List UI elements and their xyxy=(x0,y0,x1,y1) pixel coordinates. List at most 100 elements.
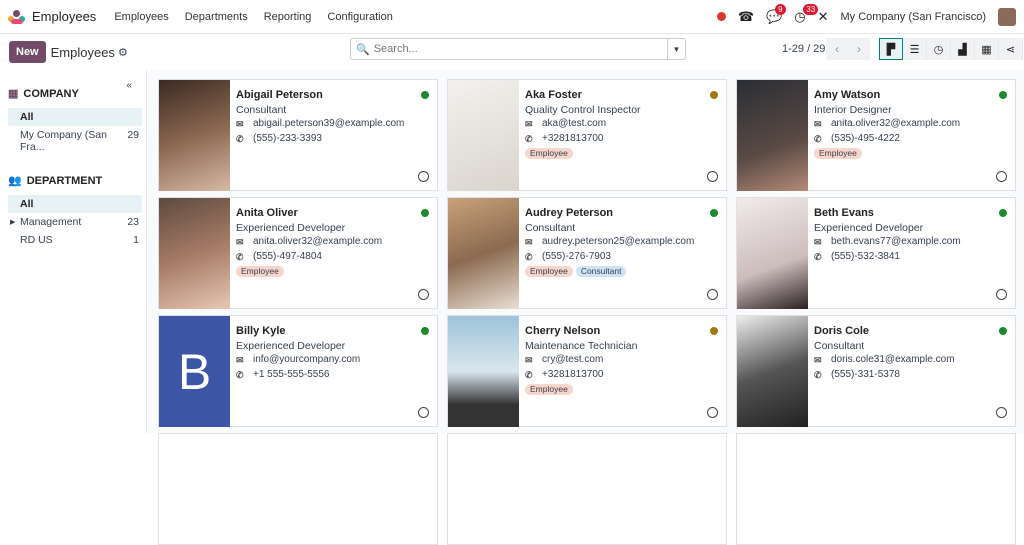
employee-email[interactable]: audrey.peterson25@example.com xyxy=(542,235,694,250)
app-logo-icon[interactable] xyxy=(8,10,26,24)
activity-clock-icon[interactable] xyxy=(418,407,429,418)
phone-icon: ✆ xyxy=(814,368,824,383)
menu-configuration[interactable]: Configuration xyxy=(327,11,392,23)
tools-icon[interactable]: ✕ xyxy=(818,9,829,25)
employee-phone[interactable]: +3281813700 xyxy=(542,132,603,147)
envelope-icon: ✉ xyxy=(525,235,535,250)
filter-label: RD US xyxy=(20,234,53,246)
pivot-view-button[interactable]: ▦ xyxy=(975,38,999,60)
employee-card[interactable] xyxy=(158,433,438,545)
activity-clock-icon[interactable] xyxy=(418,171,429,182)
phone-icon: ✆ xyxy=(236,132,246,147)
list-view-button[interactable]: ☰ xyxy=(903,38,927,60)
department-filter-management[interactable]: ▶Management23 xyxy=(8,213,142,231)
employee-card[interactable] xyxy=(736,433,1016,545)
employee-card[interactable] xyxy=(447,433,727,545)
employee-card[interactable]: Aka Foster Quality Control Inspector ✉ak… xyxy=(447,79,727,191)
phone-icon: ✆ xyxy=(525,250,535,265)
envelope-icon: ✉ xyxy=(525,117,535,132)
phone-icon[interactable]: ☎ xyxy=(738,9,754,25)
employee-photo xyxy=(448,80,519,191)
filter-count: 29 xyxy=(127,129,139,153)
employee-phone[interactable]: (555)-532-3841 xyxy=(831,250,900,265)
envelope-icon: ✉ xyxy=(814,117,824,132)
presence-status-icon xyxy=(421,327,429,335)
employee-name: Amy Watson xyxy=(814,88,1009,103)
tag-employee: Employee xyxy=(525,384,573,395)
employee-card[interactable]: Abigail Peterson Consultant ✉abigail.pet… xyxy=(158,79,438,191)
employee-card[interactable]: Amy Watson Interior Designer ✉anita.oliv… xyxy=(736,79,1016,191)
menu-reporting[interactable]: Reporting xyxy=(264,11,312,23)
activity-clock-icon[interactable] xyxy=(996,171,1007,182)
presence-status-icon xyxy=(999,327,1007,335)
activity-clock-icon[interactable] xyxy=(418,289,429,300)
activities-icon[interactable]: ◷33 xyxy=(794,9,805,25)
app-name[interactable]: Employees xyxy=(32,9,96,24)
department-filter-rd-us[interactable]: RD US 1 xyxy=(8,231,142,249)
company-filter-my-company[interactable]: My Company (San Fra...29 xyxy=(8,126,142,156)
tag-employee: Employee xyxy=(525,266,573,277)
company-switcher[interactable]: My Company (San Francisco) xyxy=(841,11,987,23)
presence-status-icon xyxy=(421,91,429,99)
employee-card[interactable]: Audrey Peterson Consultant ✉audrey.peter… xyxy=(447,197,727,309)
new-button[interactable]: New xyxy=(9,41,46,63)
pager-value[interactable]: 1-29 / 29 xyxy=(782,43,825,55)
pager-previous-button[interactable]: ‹ xyxy=(826,38,848,60)
gear-icon[interactable]: ⚙ xyxy=(118,46,128,59)
employee-email[interactable]: anita.oliver32@example.com xyxy=(253,235,382,250)
department-filter-all[interactable]: All xyxy=(8,195,142,213)
activity-clock-icon[interactable] xyxy=(996,407,1007,418)
company-filter-all[interactable]: All xyxy=(8,108,142,126)
employee-email[interactable]: abigail.peterson39@example.com xyxy=(253,117,404,132)
employee-phone[interactable]: +3281813700 xyxy=(542,368,603,383)
employee-card[interactable]: Doris Cole Consultant ✉doris.cole31@exam… xyxy=(736,315,1016,427)
pager-next-button[interactable]: › xyxy=(848,38,870,60)
employee-photo xyxy=(737,198,808,309)
employee-email[interactable]: info@yourcompany.com xyxy=(253,353,360,368)
employee-phone[interactable]: (535)-495-4222 xyxy=(831,132,900,147)
caret-right-icon[interactable]: ▶ xyxy=(10,218,15,226)
collapse-panel-icon[interactable]: « xyxy=(126,80,132,91)
employee-phone[interactable]: +1 555-555-5556 xyxy=(253,368,329,383)
graph-view-button[interactable]: ▟ xyxy=(951,38,975,60)
employee-phone[interactable]: (555)-331-5378 xyxy=(831,368,900,383)
department-header: DEPARTMENT xyxy=(27,175,103,187)
search-dropdown-toggle[interactable]: ▼ xyxy=(667,39,685,59)
employee-phone[interactable]: (555)-276-7903 xyxy=(542,250,611,265)
kanban-view-button[interactable]: ▛ xyxy=(879,38,903,60)
kanban-view: Abigail Peterson Consultant ✉abigail.pet… xyxy=(148,70,1024,433)
search-input[interactable] xyxy=(370,43,667,55)
employee-email[interactable]: beth.evans77@example.com xyxy=(831,235,961,250)
messages-icon[interactable]: 💬9 xyxy=(766,9,782,25)
employee-card[interactable]: Cherry Nelson Maintenance Technician ✉cr… xyxy=(447,315,727,427)
job-title: Experienced Developer xyxy=(814,221,1009,236)
presence-status-icon xyxy=(999,209,1007,217)
employee-name: Anita Oliver xyxy=(236,206,431,221)
search-panel: « ▦COMPANY All My Company (San Fra...29 … xyxy=(0,70,147,433)
menu-departments[interactable]: Departments xyxy=(185,11,248,23)
hierarchy-view-button[interactable]: ⋖ xyxy=(999,38,1023,60)
activity-clock-icon[interactable] xyxy=(707,171,718,182)
employee-email[interactable]: anita.oliver32@example.com xyxy=(831,117,960,132)
employee-email[interactable]: cry@test.com xyxy=(542,353,603,368)
record-indicator-icon[interactable] xyxy=(717,12,726,21)
employee-name: Doris Cole xyxy=(814,324,1009,339)
user-avatar[interactable] xyxy=(998,8,1016,26)
employee-email[interactable]: doris.cole31@example.com xyxy=(831,353,955,368)
activity-clock-icon[interactable] xyxy=(707,289,718,300)
job-title: Maintenance Technician xyxy=(525,339,720,354)
employee-card[interactable]: Beth Evans Experienced Developer ✉beth.e… xyxy=(736,197,1016,309)
employee-phone[interactable]: (555)-233-3393 xyxy=(253,132,322,147)
employee-phone[interactable]: (555)-497-4804 xyxy=(253,250,322,265)
employee-photo xyxy=(159,80,230,191)
menu-employees[interactable]: Employees xyxy=(114,11,168,23)
activity-view-button[interactable]: ◷ xyxy=(927,38,951,60)
employee-photo xyxy=(159,198,230,309)
employee-card[interactable]: B Billy Kyle Experienced Developer ✉info… xyxy=(158,315,438,427)
filter-count: 1 xyxy=(133,234,139,246)
employee-card[interactable]: Anita Oliver Experienced Developer ✉anit… xyxy=(158,197,438,309)
employee-email[interactable]: aka@test.com xyxy=(542,117,606,132)
activity-clock-icon[interactable] xyxy=(996,289,1007,300)
view-switcher: ▛ ☰ ◷ ▟ ▦ ⋖ xyxy=(879,38,1023,60)
activity-clock-icon[interactable] xyxy=(707,407,718,418)
